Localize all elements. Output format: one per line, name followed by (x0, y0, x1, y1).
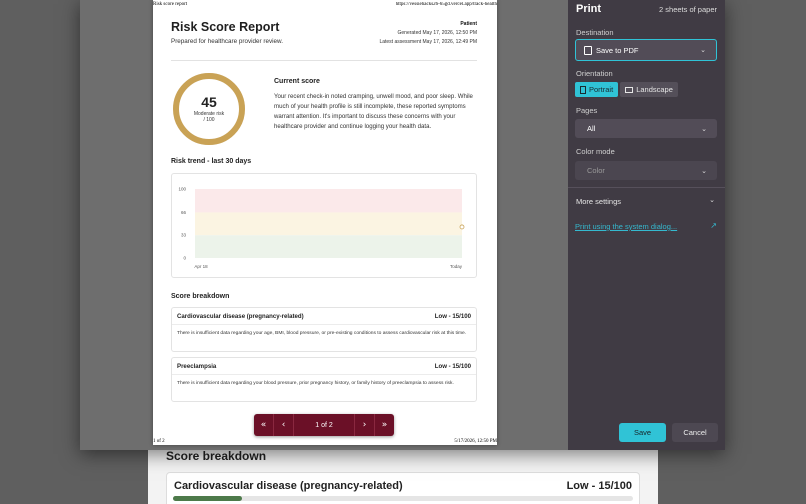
portrait-icon (580, 85, 586, 94)
latest-assessment-date: Latest assessment May 17, 2026, 12:49 PM (379, 39, 477, 45)
destination-select[interactable]: Save to PDF ⌄ (575, 39, 717, 61)
destination-label: Destination (576, 28, 614, 37)
save-button[interactable]: Save (619, 423, 666, 442)
risk-band-0 (195, 189, 462, 213)
chevron-down-icon: ⌄ (701, 124, 707, 133)
background-risk-bar (173, 496, 242, 501)
breakdown-separator (172, 324, 476, 325)
pdf-file-icon (584, 45, 592, 55)
report-subtitle: Prepared for healthcare provider review. (171, 38, 284, 45)
previous-page-button[interactable]: ‹ (274, 414, 294, 436)
breakdown-description: There is insufficient data regarding you… (177, 381, 454, 386)
risk-band-2 (195, 235, 462, 258)
page-count: 1 of 2 (315, 421, 333, 429)
page-header-title: Risk score report (153, 2, 188, 7)
portrait-button[interactable]: Portrait (575, 82, 619, 97)
print-preview-page: Risk score report https://vessiehacks26-… (153, 0, 497, 445)
patient-label: Patient (460, 21, 477, 27)
page-header-url: https://vessiehacks26-65gd.vercel.app/tr… (395, 2, 497, 7)
orientation-label: Orientation (576, 69, 613, 78)
score-label: Moderate risk / 100 (171, 111, 247, 123)
first-page-button[interactable]: « (254, 414, 274, 436)
y-tick-label: 33 (181, 233, 187, 238)
system-dialog-link[interactable]: Print using the system dialog... (575, 222, 677, 231)
score-value: 45 (201, 94, 217, 110)
chevron-down-icon[interactable]: ⌄ (709, 196, 715, 204)
chevron-down-icon: ⌄ (701, 166, 707, 175)
next-page-button[interactable]: › (354, 414, 374, 436)
landscape-label: Landscape (636, 85, 673, 94)
y-tick-label: 0 (183, 256, 186, 261)
landscape-icon (625, 86, 634, 93)
chevron-down-icon: ⌄ (700, 46, 706, 54)
page-navigator: « ‹ 1 of 2 › » (254, 414, 394, 436)
background-risk-bar-track (173, 496, 633, 501)
risk-data-point (459, 224, 465, 230)
risk-trend-title: Risk trend - last 30 days (171, 158, 252, 165)
breakdown-risk: Low - 15/100 (434, 313, 471, 320)
portrait-label: Portrait (589, 85, 614, 94)
pages-select[interactable]: All ⌄ (575, 119, 717, 138)
risk-trend-chart: 0 33 66 100 Apr 18 Today (171, 173, 477, 278)
page-footer-number: 1 of 2 (153, 439, 165, 444)
panel-divider (568, 187, 725, 188)
current-score-title: Current score (274, 78, 320, 85)
risk-band-1 (195, 212, 462, 236)
risk-trend-plot: 0 33 66 100 Apr 18 Today (178, 187, 465, 269)
page-footer-date: 5/17/2026, 12:50 PM (454, 439, 497, 444)
report-title: Risk Score Report (171, 20, 280, 34)
last-page-button[interactable]: » (374, 414, 394, 436)
pages-value: All (587, 124, 596, 133)
color-mode-select[interactable]: Color ⌄ (575, 161, 717, 180)
orientation-toggle: Portrait Landscape (575, 82, 678, 97)
cancel-button[interactable]: Cancel (672, 423, 718, 442)
breakdown-card-cardiovascular: Cardiovascular disease (pregnancy-relate… (171, 307, 477, 352)
breakdown-name: Cardiovascular disease (pregnancy-relate… (177, 313, 304, 320)
breakdown-name: Preeclampsia (177, 363, 217, 370)
print-settings-panel: Print 2 sheets of paper Destination Save… (568, 0, 725, 450)
score-ring: 45 Moderate risk / 100 (171, 71, 247, 147)
pages-label: Pages (576, 106, 598, 115)
color-mode-value: Color (587, 166, 605, 175)
x-tick-label: Apr 18 (194, 264, 208, 269)
current-score-body: Your recent check-in noted cramping, unw… (274, 93, 473, 130)
breakdown-card-preeclampsia: Preeclampsia Low - 15/100 There is insuf… (171, 357, 477, 402)
generated-date: Generated May 17, 2026, 12:50 PM (397, 30, 478, 36)
breakdown-risk: Low - 15/100 (434, 363, 471, 370)
score-max: / 100 (203, 117, 215, 123)
external-link-icon[interactable]: ↗ (710, 221, 717, 230)
score-breakdown-title: Score breakdown (171, 293, 230, 300)
y-tick-label: 66 (181, 210, 187, 215)
destination-value: Save to PDF (596, 45, 639, 55)
color-mode-label: Color mode (576, 147, 615, 156)
background-card-title: Cardiovascular disease (pregnancy-relate… (174, 480, 403, 492)
breakdown-separator (172, 374, 476, 375)
x-tick-label: Today (450, 264, 463, 269)
y-tick-label: 100 (178, 187, 186, 192)
breakdown-description: There is insufficient data regarding you… (177, 331, 467, 336)
report-divider (171, 60, 477, 61)
background-breakdown-heading: Score breakdown (166, 449, 267, 463)
report-meta: Patient Generated May 17, 2026, 12:50 PM… (379, 20, 477, 47)
landscape-button[interactable]: Landscape (620, 82, 678, 97)
more-settings-toggle[interactable]: More settings (576, 197, 621, 206)
print-title: Print (576, 3, 602, 15)
sheet-count: 2 sheets of paper (659, 5, 717, 14)
background-card-score: Low - 15/100 (566, 480, 632, 492)
